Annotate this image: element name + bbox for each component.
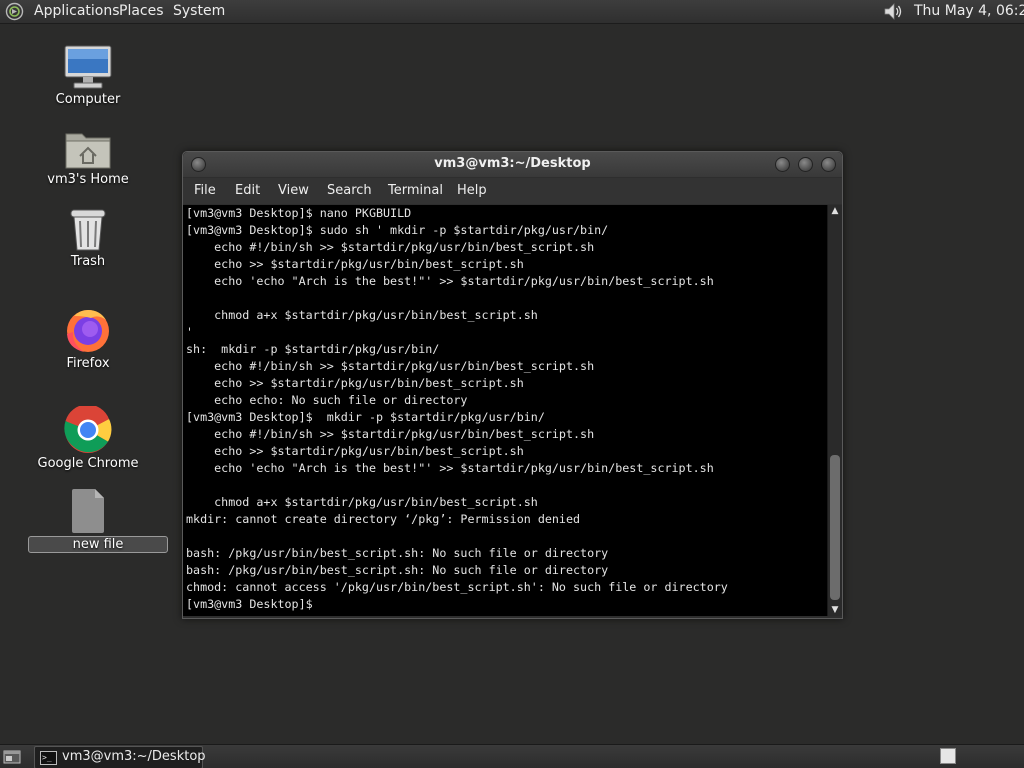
terminal-text[interactable]: [vm3@vm3 Desktop]$ nano PKGBUILD [vm3@vm… xyxy=(183,205,827,613)
terminal-line: bash: /pkg/usr/bin/best_script.sh: No su… xyxy=(186,546,609,560)
terminal-line: ' xyxy=(186,325,194,339)
scroll-up-arrow-icon[interactable]: ▲ xyxy=(828,205,842,217)
home-folder-icon xyxy=(65,133,111,169)
file-icon xyxy=(72,489,104,533)
maximize-button[interactable] xyxy=(798,157,813,172)
menu-file[interactable]: File xyxy=(194,183,216,198)
terminal-line: echo >> $startdir/pkg/usr/bin/best_scrip… xyxy=(186,257,524,271)
terminal-line: echo 'echo "Arch is the best!"' >> $star… xyxy=(186,274,714,288)
menu-view[interactable]: View xyxy=(278,183,309,198)
window-titlebar[interactable]: vm3@vm3:~/Desktop xyxy=(183,152,842,177)
firefox-icon xyxy=(67,310,109,352)
terminal-line: chmod: cannot access '/pkg/usr/bin/best_… xyxy=(186,580,728,594)
desktop-icon-firefox[interactable]: Firefox xyxy=(28,306,148,371)
terminal-line: echo #!/bin/sh >> $startdir/pkg/usr/bin/… xyxy=(186,359,595,373)
terminal-line: echo 'echo "Arch is the best!"' >> $star… xyxy=(186,461,714,475)
terminal-window[interactable]: vm3@vm3:~/Desktop File Edit View Search … xyxy=(182,151,843,619)
scroll-down-arrow-icon[interactable]: ▼ xyxy=(828,604,842,616)
chrome-icon xyxy=(64,406,112,453)
terminal-line: echo echo: No such file or directory xyxy=(186,393,468,407)
menu-search[interactable]: Search xyxy=(327,183,372,198)
close-button[interactable] xyxy=(821,157,836,172)
show-desktop-icon[interactable] xyxy=(3,748,21,765)
menu-system[interactable]: System xyxy=(173,3,225,19)
desktop-icon-new-file[interactable]: new file xyxy=(28,488,168,553)
menu-terminal[interactable]: Terminal xyxy=(388,183,443,198)
desktop-icon-label: vm3's Home xyxy=(47,172,129,187)
menu-help[interactable]: Help xyxy=(457,183,487,198)
desktop-icon-label: Firefox xyxy=(66,356,110,371)
desktop-icon-label: Computer xyxy=(55,92,121,107)
taskbar-button-label: vm3@vm3:~/Desktop xyxy=(62,749,206,764)
terminal-line: [vm3@vm3 Desktop]$ xyxy=(186,597,320,611)
terminal-line: bash: /pkg/usr/bin/best_script.sh: No su… xyxy=(186,563,609,577)
terminal-scrollbar[interactable]: ▲ ▼ xyxy=(827,205,842,616)
window-title: vm3@vm3:~/Desktop xyxy=(434,156,591,171)
speaker-icon[interactable] xyxy=(881,1,905,22)
desktop-icon-chrome[interactable]: Google Chrome xyxy=(28,406,148,471)
minimize-button[interactable] xyxy=(775,157,790,172)
terminal-line: echo #!/bin/sh >> $startdir/pkg/usr/bin/… xyxy=(186,427,595,441)
desktop-icon-label: Google Chrome xyxy=(37,456,139,471)
menu-places[interactable]: Places xyxy=(119,3,164,19)
terminal-line: [vm3@vm3 Desktop]$ nano PKGBUILD xyxy=(186,206,412,220)
terminal-line: [vm3@vm3 Desktop]$ mkdir -p $startdir/pk… xyxy=(186,410,545,424)
terminal-line: [vm3@vm3 Desktop]$ sudo sh ' mkdir -p $s… xyxy=(186,223,609,237)
desktop-icon-label: new file xyxy=(28,536,168,553)
desktop-icon-home[interactable]: vm3's Home xyxy=(28,128,148,187)
terminal-output[interactable]: [vm3@vm3 Desktop]$ nano PKGBUILD [vm3@vm… xyxy=(183,205,827,616)
desktop-icon-label: Trash xyxy=(70,254,106,269)
terminal-line: mkdir: cannot create directory ‘/pkg’: P… xyxy=(186,512,581,526)
desktop-icon-trash[interactable]: Trash xyxy=(28,208,148,269)
computer-icon xyxy=(64,45,112,89)
desktop-icon-computer[interactable]: Computer xyxy=(28,44,148,107)
terminal-line: echo >> $startdir/pkg/usr/bin/best_scrip… xyxy=(186,444,524,458)
terminal-menubar: File Edit View Search Terminal Help xyxy=(183,178,842,204)
distro-logo-icon[interactable] xyxy=(5,2,24,21)
top-panel: Applications Places System Thu May 4, 06… xyxy=(0,0,1024,24)
menu-applications[interactable]: Applications xyxy=(34,3,120,19)
terminal-icon: >_ xyxy=(40,751,57,765)
bottom-panel: >_ vm3@vm3:~/Desktop xyxy=(0,744,1024,768)
trash-icon xyxy=(70,209,106,251)
terminal-line: chmod a+x $startdir/pkg/usr/bin/best_scr… xyxy=(186,495,538,509)
terminal-line: echo #!/bin/sh >> $startdir/pkg/usr/bin/… xyxy=(186,240,595,254)
taskbar-button-terminal[interactable]: >_ vm3@vm3:~/Desktop xyxy=(34,746,206,768)
workspace-switcher[interactable] xyxy=(940,748,956,764)
scrollbar-thumb[interactable] xyxy=(830,455,840,600)
terminal-line: sh: mkdir -p $startdir/pkg/usr/bin/ xyxy=(186,342,440,356)
terminal-line: echo >> $startdir/pkg/usr/bin/best_scrip… xyxy=(186,376,524,390)
menu-edit[interactable]: Edit xyxy=(235,183,260,198)
terminal-line: chmod a+x $startdir/pkg/usr/bin/best_scr… xyxy=(186,308,538,322)
clock[interactable]: Thu May 4, 06:21 xyxy=(914,3,1024,19)
